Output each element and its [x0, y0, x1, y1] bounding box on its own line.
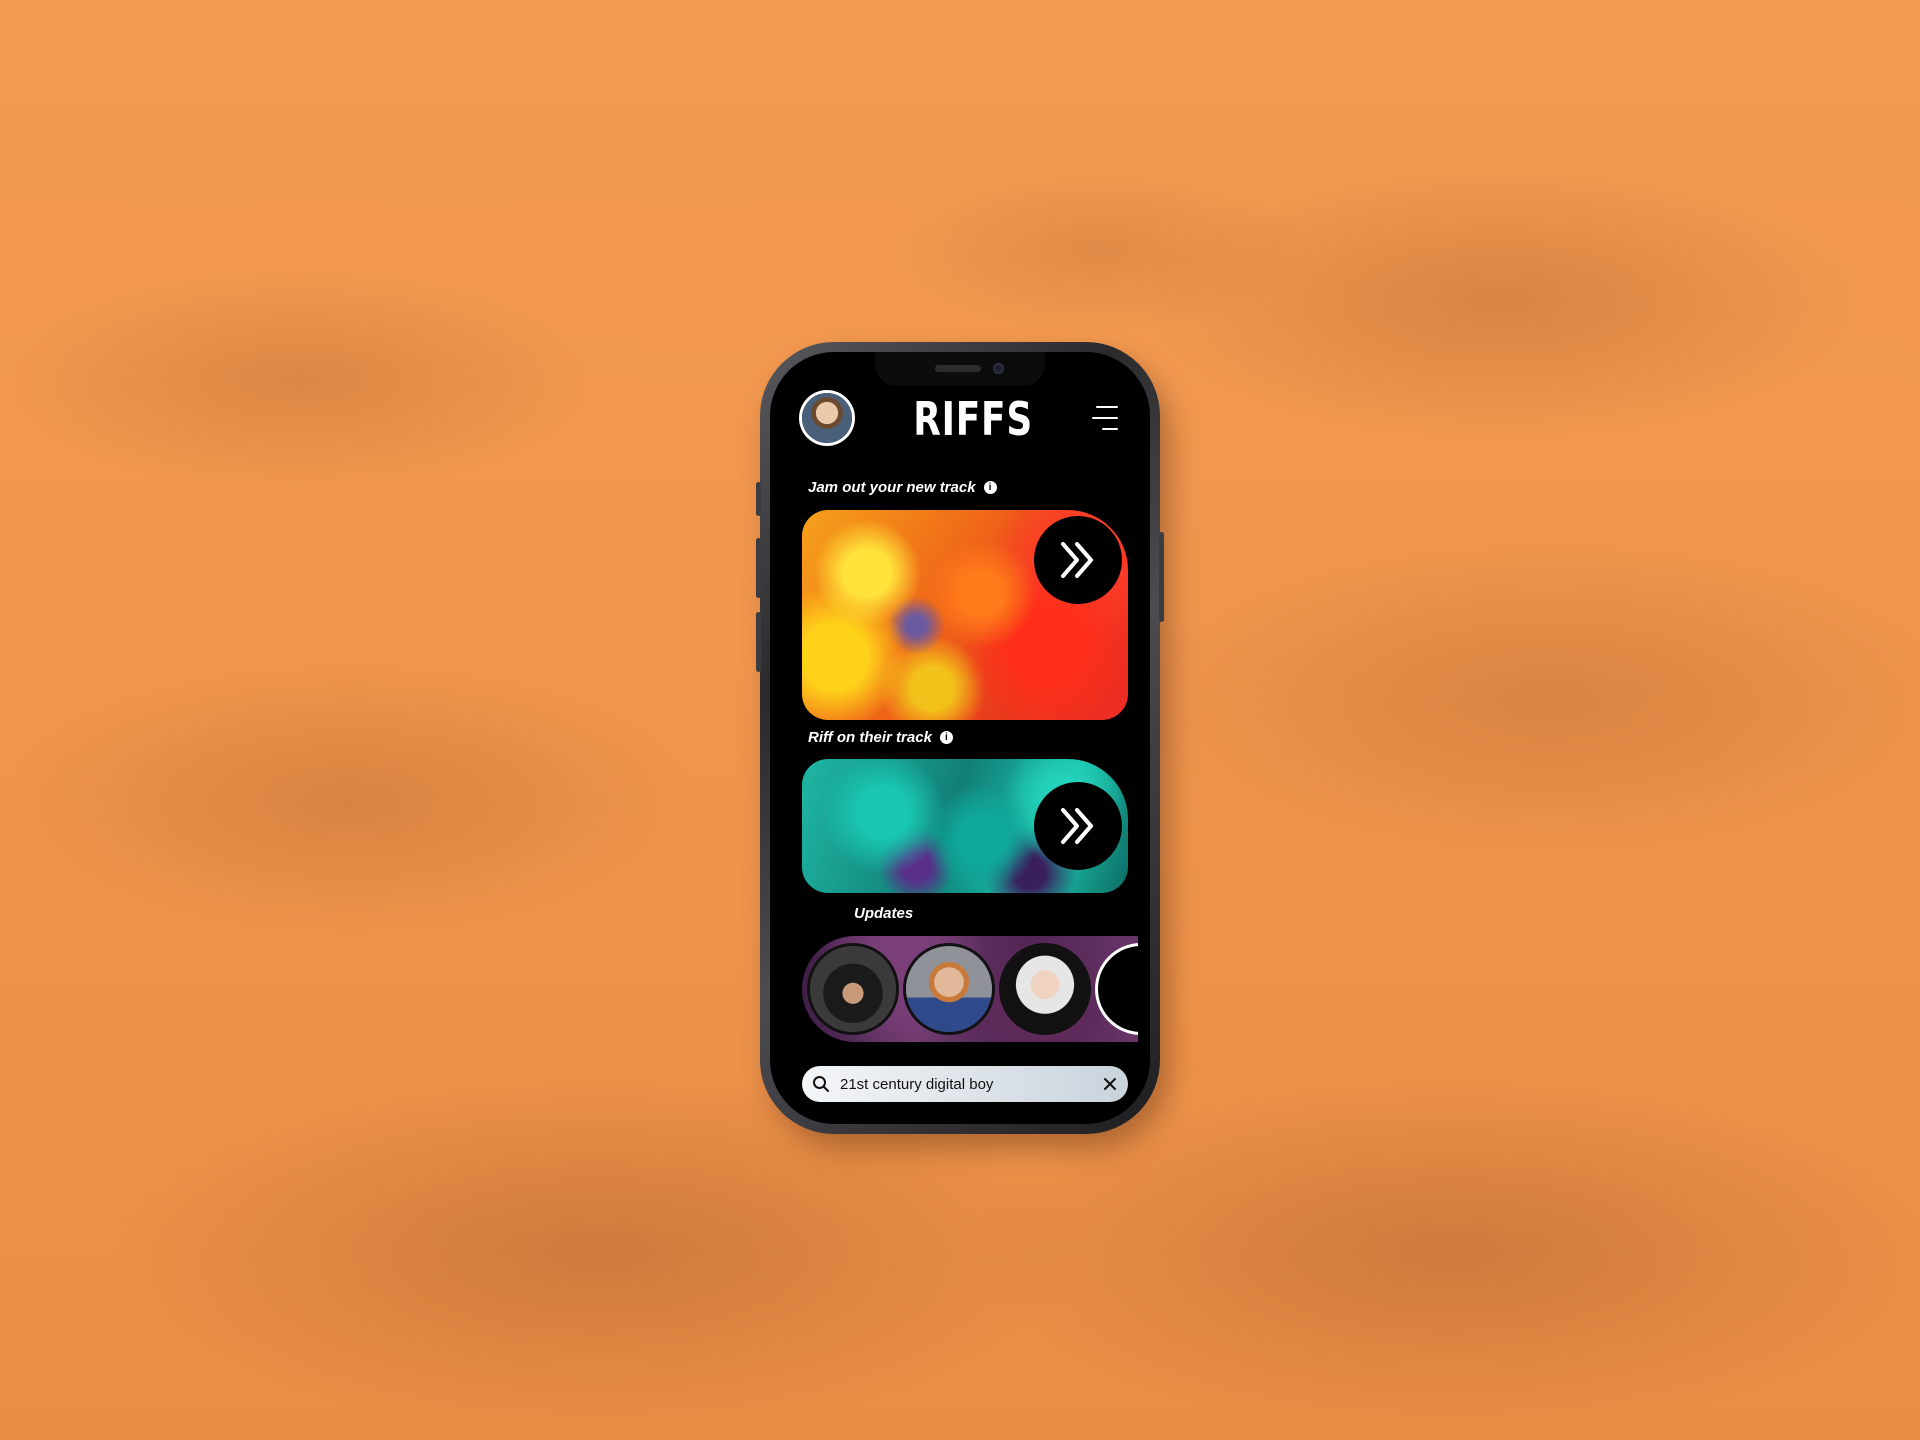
- jam-label-text: Jam out your new track: [808, 479, 976, 496]
- update-avatar[interactable]: [906, 946, 992, 1032]
- volume-down-button: [756, 612, 761, 672]
- app-screen: RIFFS Jam out your new track i Riff on t…: [770, 352, 1150, 1124]
- speaker: [935, 365, 981, 372]
- update-avatar[interactable]: [1002, 946, 1088, 1032]
- power-button: [1159, 532, 1164, 622]
- search-icon: [813, 1076, 829, 1092]
- update-avatar[interactable]: [1098, 946, 1138, 1032]
- notch: [875, 352, 1045, 386]
- info-icon[interactable]: i: [939, 731, 953, 744]
- info-icon[interactable]: i: [983, 481, 997, 494]
- update-avatar[interactable]: [810, 946, 896, 1032]
- updates-section-label: Updates: [854, 905, 913, 922]
- riff-label-text: Riff on their track: [808, 729, 932, 746]
- search-input[interactable]: 21st century digital boy: [840, 1076, 1102, 1093]
- search-bar[interactable]: 21st century digital boy: [802, 1066, 1128, 1102]
- front-camera: [993, 363, 1004, 374]
- double-chevron-right-icon[interactable]: [1034, 782, 1122, 870]
- updates-carousel[interactable]: [802, 936, 1138, 1042]
- hamburger-icon[interactable]: [1092, 404, 1118, 432]
- phone: RIFFS Jam out your new track i Riff on t…: [756, 342, 1164, 1134]
- jam-section-label: Jam out your new track i: [808, 479, 997, 496]
- mute-switch: [756, 482, 761, 516]
- riff-section-label: Riff on their track i: [808, 729, 953, 746]
- jam-card[interactable]: [802, 510, 1128, 720]
- volume-up-button: [756, 538, 761, 598]
- riff-card[interactable]: [802, 759, 1128, 893]
- profile-avatar[interactable]: [802, 393, 852, 443]
- app-logo: RIFFS: [913, 392, 1033, 446]
- close-icon[interactable]: [1102, 1076, 1118, 1092]
- updates-label-text: Updates: [854, 905, 914, 922]
- double-chevron-right-icon[interactable]: [1034, 516, 1122, 604]
